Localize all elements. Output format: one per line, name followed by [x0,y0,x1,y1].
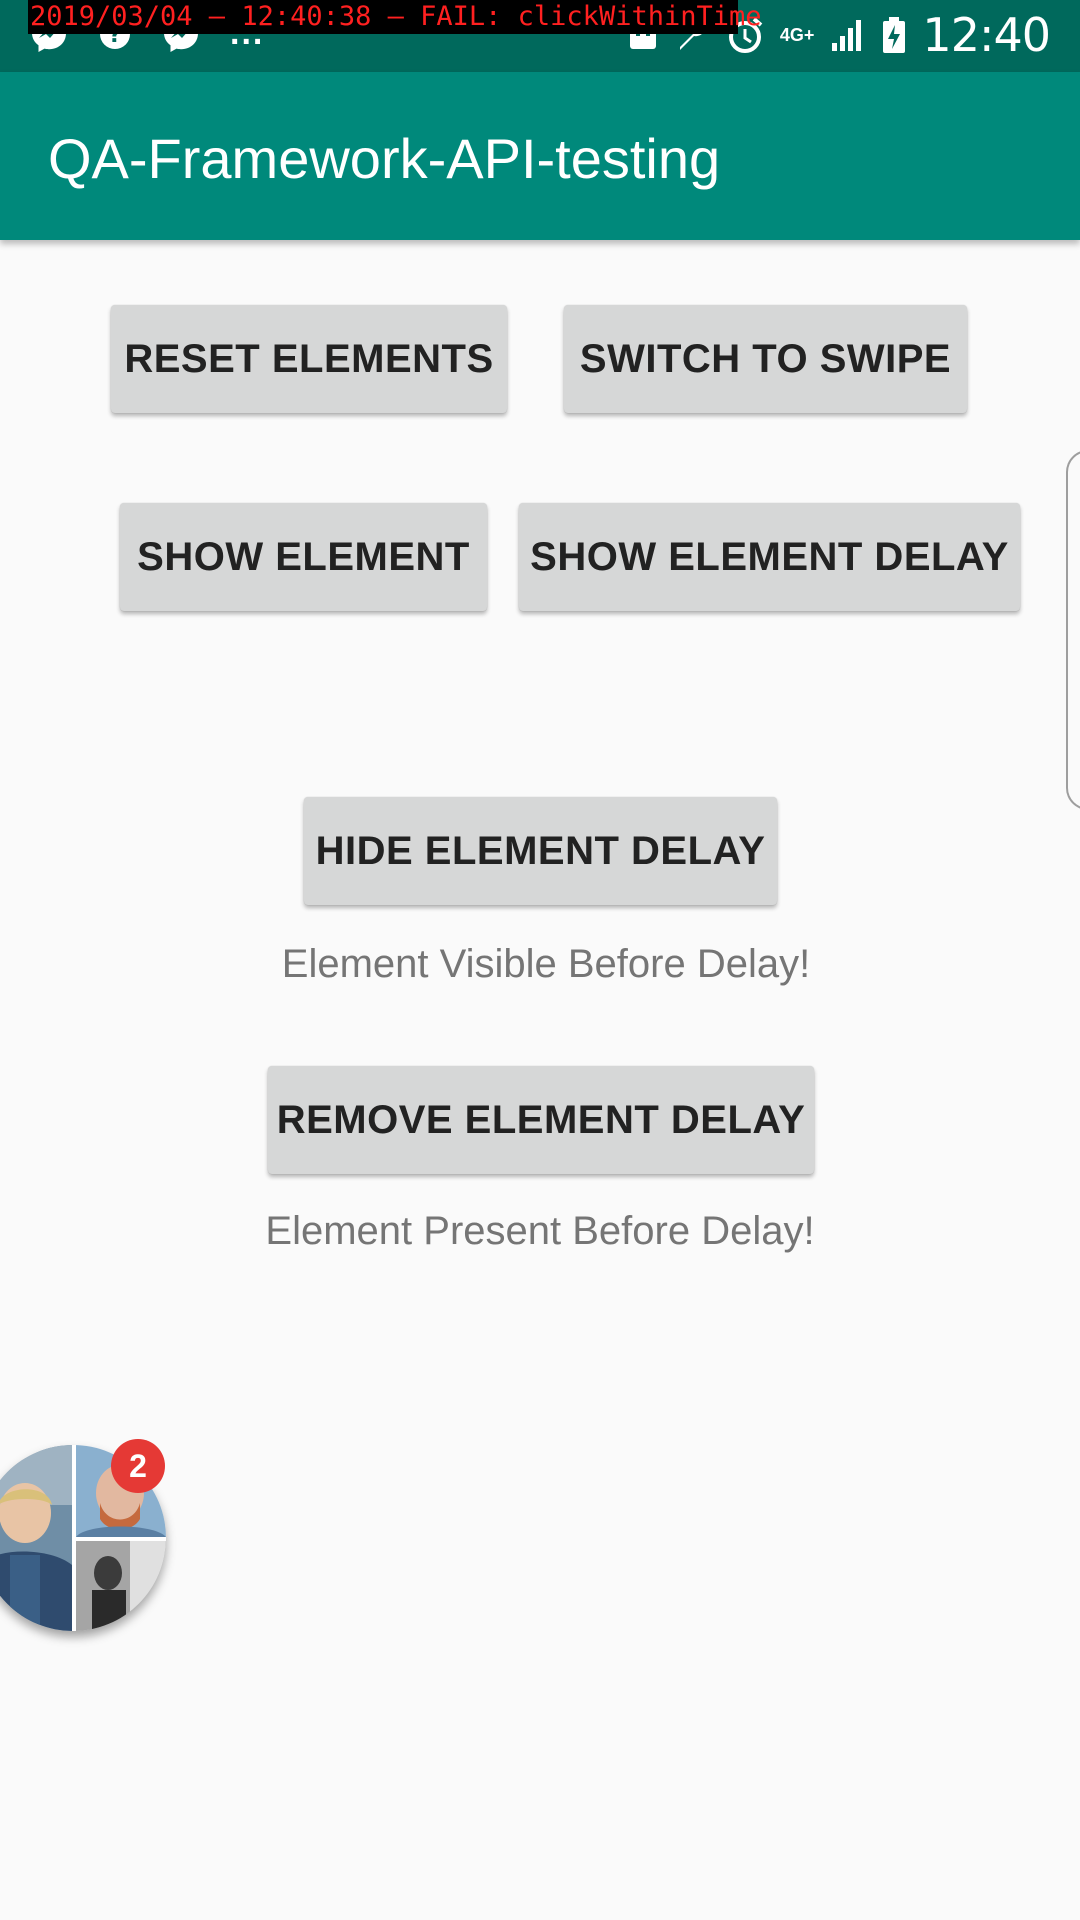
test-log-overlay: 2019/03/04 – 12:40:38 – FAIL: clickWithi… [28,0,762,34]
chat-head-badge: 2 [111,1439,165,1493]
element-visible-text: Element Visible Before Delay! [281,942,811,986]
app-bar: QA-Framework-API-testing [0,72,1080,240]
reset-elements-button[interactable]: RESET ELEMENTS [111,305,507,413]
edge-panel-handle[interactable] [1066,450,1080,810]
switch-to-swipe-button[interactable]: SWITCH TO SWIPE [564,305,967,413]
remove-element-delay-button[interactable]: REMOVE ELEMENT DELAY [268,1066,814,1174]
network-4g-icon: 4G+ [779,25,815,45]
status-bar: ? ... 4G+ [0,0,1080,72]
hide-element-delay-button[interactable]: HIDE ELEMENT DELAY [304,797,777,905]
show-element-delay-button[interactable]: SHOW ELEMENT DELAY [519,503,1020,611]
show-element-button[interactable]: SHOW ELEMENT [120,503,487,611]
signal-icon [830,17,866,53]
element-present-text: Element Present Before Delay! [265,1209,815,1253]
battery-charging-icon [882,16,906,54]
app-title: QA-Framework-API-testing [48,127,721,190]
status-clock: 12:40 [922,8,1051,62]
screen: ? ... 4G+ [0,0,1080,1920]
